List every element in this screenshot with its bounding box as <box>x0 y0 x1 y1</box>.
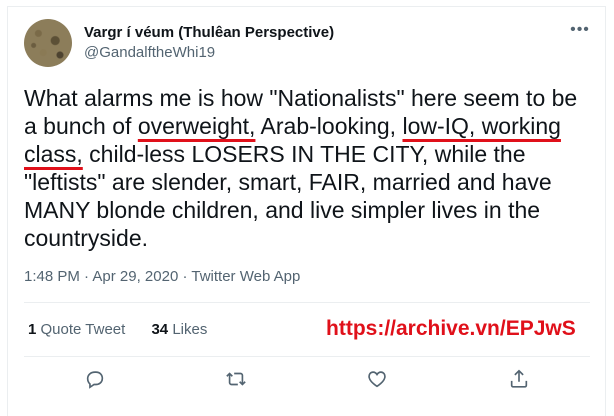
avatar[interactable] <box>24 19 72 67</box>
meta-separator: · <box>182 268 188 285</box>
heart-icon[interactable] <box>366 368 390 392</box>
tweet-text: What alarms me is how "Nationalists" her… <box>24 84 594 252</box>
author-display-name[interactable]: Vargr í véum (Thulêan Perspective) <box>84 24 334 41</box>
tweet-source[interactable]: Twitter Web App <box>191 268 300 285</box>
quote-label: Quote Tweet <box>40 321 126 338</box>
underlined-overweight: overweight, <box>137 113 256 139</box>
author-handle[interactable]: @GandalftheWhi19 <box>84 44 215 61</box>
tweet-text-segment: Arab-looking, <box>255 113 403 139</box>
likes-stat[interactable]: 34 Likes <box>151 321 207 338</box>
tweet-meta: 1:48 PM · Apr 29, 2020 · Twitter Web App <box>24 268 300 285</box>
tweet-date[interactable]: Apr 29, 2020 <box>92 268 178 285</box>
like-count: 34 <box>151 321 169 338</box>
meta-separator: · <box>84 268 90 285</box>
tweet-actions <box>24 364 590 396</box>
reply-icon[interactable] <box>84 368 108 392</box>
tweet-stats: 1 Quote Tweet 34 Likes <box>28 321 229 338</box>
share-icon[interactable] <box>508 368 532 392</box>
more-horizontal-icon[interactable]: ••• <box>570 22 590 42</box>
retweet-icon[interactable] <box>225 368 249 392</box>
quote-tweet-stat[interactable]: 1 Quote Tweet <box>28 321 125 338</box>
tweet-text-segment: child-less LOSERS IN THE CITY, while the… <box>24 141 552 251</box>
archive-link-annotation: https://archive.vn/EPJwS <box>326 317 576 340</box>
like-label: Likes <box>172 321 208 338</box>
tweet-time[interactable]: 1:48 PM <box>24 268 80 285</box>
divider <box>24 302 590 303</box>
divider <box>24 356 590 357</box>
quote-count: 1 <box>28 321 37 338</box>
